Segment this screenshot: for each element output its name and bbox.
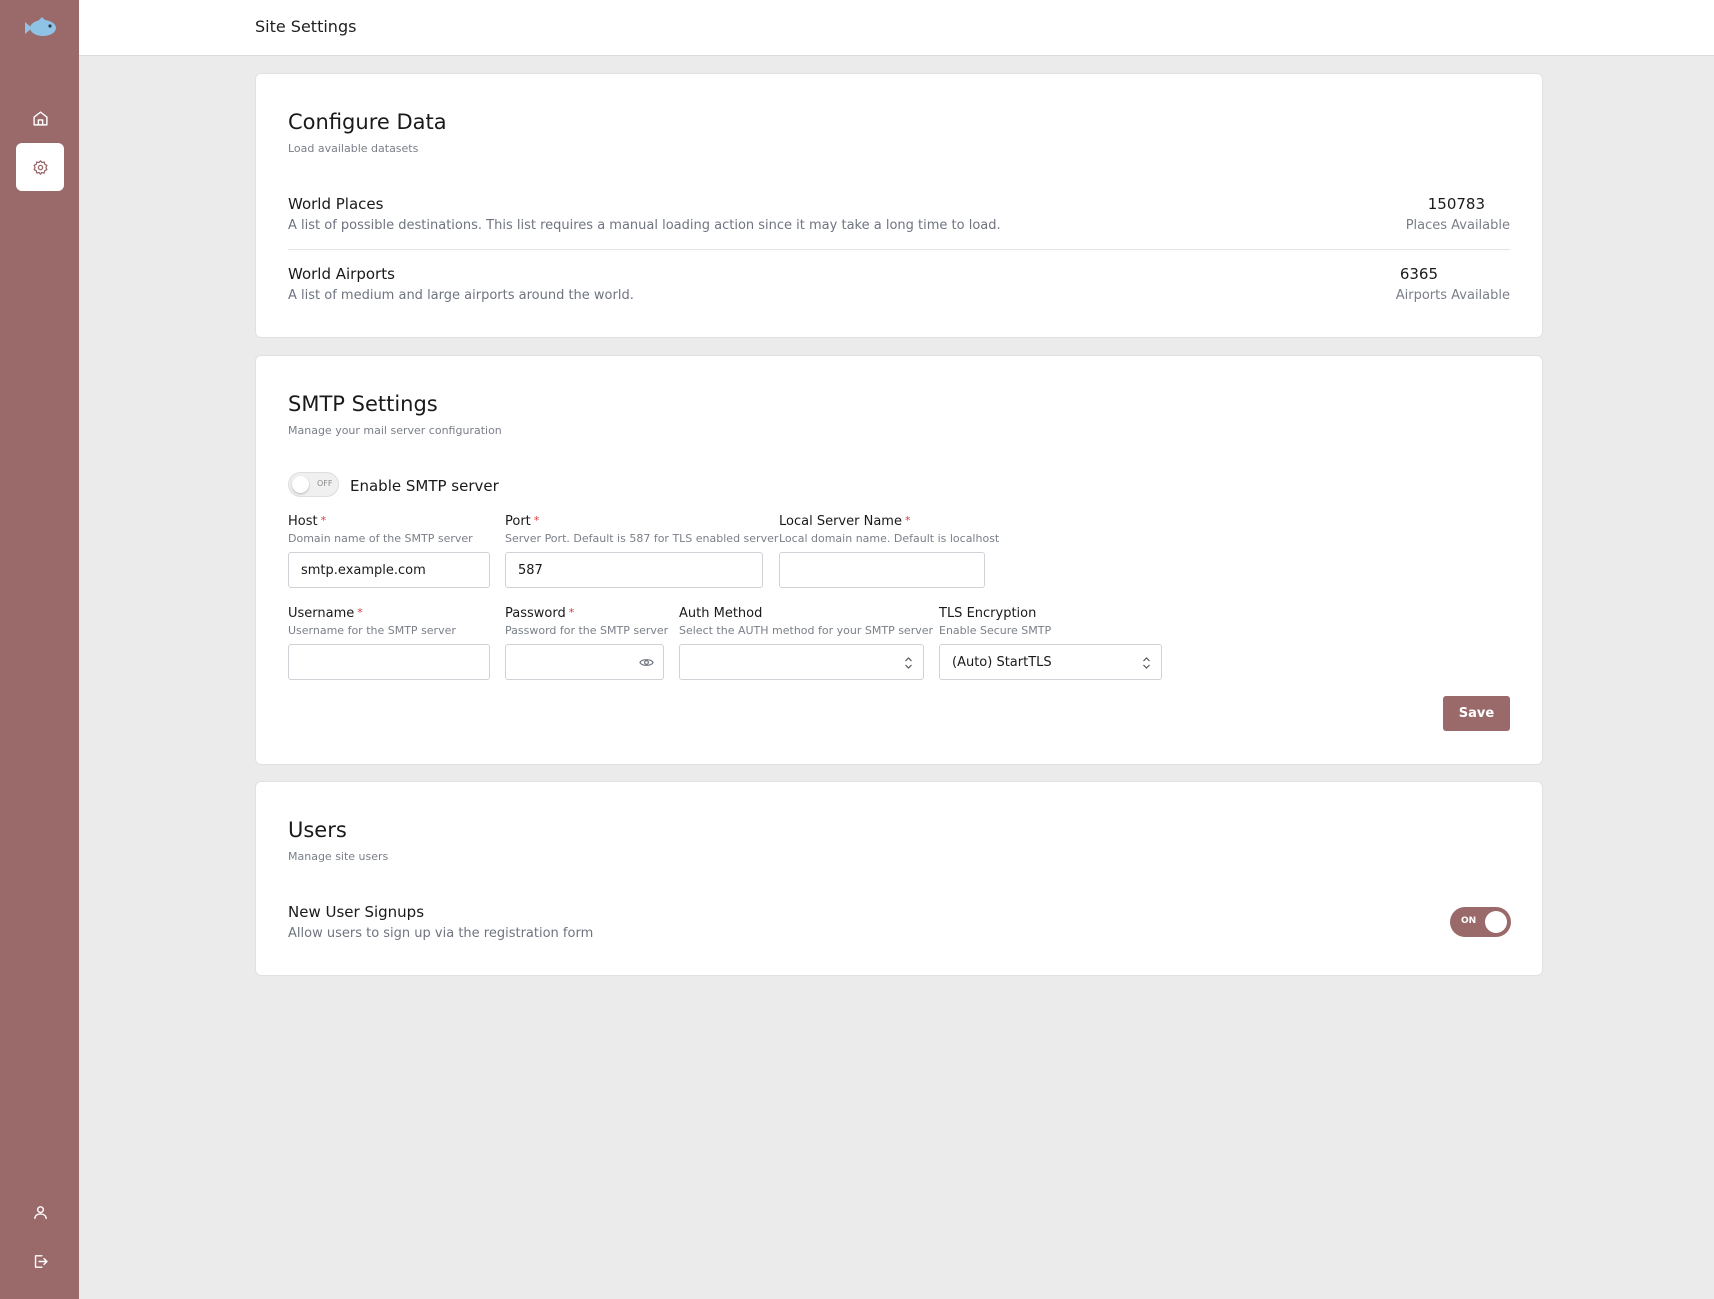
logout-icon — [34, 1254, 48, 1268]
users-title: Users — [288, 818, 347, 842]
new-user-signups-description: Allow users to sign up via the registrat… — [288, 926, 594, 941]
configure-data-title: Configure Data — [288, 110, 447, 134]
required-marker: * — [533, 514, 540, 527]
toggle-state-label: ON — [1461, 916, 1477, 926]
auth-method-label: Auth Method — [679, 606, 763, 621]
local-server-help: Local domain name. Default is localhost — [779, 532, 1000, 545]
tls-help: Enable Secure SMTP — [939, 624, 1052, 637]
dataset-count-label: Airports Available — [1395, 288, 1510, 303]
sidebar — [0, 0, 79, 1299]
required-marker: * — [904, 514, 911, 527]
configure-data-card: Configure Data Load available datasets W… — [255, 73, 1543, 338]
save-button[interactable]: Save — [1443, 696, 1510, 731]
page-title: Site Settings — [255, 17, 357, 36]
dataset-name: World Places — [288, 195, 384, 213]
required-marker: * — [568, 606, 575, 619]
port-field-header: Port * Server Port. Default is 587 for TL… — [505, 514, 778, 545]
required-marker: * — [357, 606, 363, 619]
username-field-header: Username * Username for the SMTP server — [288, 606, 456, 637]
users-subtitle: Manage site users — [288, 850, 389, 863]
top-header: Site Settings — [79, 0, 1714, 56]
port-help: Server Port. Default is 587 for TLS enab… — [505, 532, 779, 545]
dataset-count-label: Places Available — [1405, 218, 1510, 233]
chevron-up-down-icon — [1143, 657, 1150, 669]
smtp-title: SMTP Settings — [288, 392, 438, 416]
sidebar-item-settings[interactable] — [16, 143, 64, 191]
gear-icon — [32, 159, 48, 175]
username-help: Username for the SMTP server — [288, 624, 456, 637]
local-server-field-header: Local Server Name * Local domain name. De… — [779, 514, 999, 545]
tls-encryption-select[interactable]: (Auto) StartTLS — [939, 644, 1162, 680]
username-label: Username — [288, 606, 355, 621]
home-icon — [32, 110, 48, 126]
new-user-signups-toggle[interactable]: ON — [1450, 907, 1511, 937]
fish-logo-icon — [25, 17, 56, 36]
required-marker: * — [320, 514, 327, 527]
toggle-state-label: OFF — [317, 479, 333, 488]
enable-smtp-label: Enable SMTP server — [350, 477, 499, 495]
host-help: Domain name of the SMTP server — [288, 532, 473, 545]
dataset-row-world-airports[interactable]: World Airports A list of medium and larg… — [288, 265, 1510, 313]
toggle-knob — [1485, 911, 1507, 933]
auth-method-field-header: Auth Method Select the AUTH method for y… — [679, 606, 933, 637]
dataset-row-world-places[interactable]: World Places A list of possible destinat… — [288, 195, 1510, 243]
dataset-count: 150783 — [1427, 195, 1485, 213]
auth-method-select[interactable] — [679, 644, 924, 680]
host-input[interactable] — [288, 552, 490, 588]
smtp-subtitle: Manage your mail server configuration — [288, 424, 502, 437]
sidebar-item-logout[interactable] — [16, 1237, 64, 1285]
divider — [288, 249, 1510, 250]
tls-encryption-value: (Auto) StartTLS — [952, 655, 1052, 670]
smtp-settings-card: SMTP Settings Manage your mail server co… — [255, 355, 1543, 765]
dataset-description: A list of possible destinations. This li… — [288, 218, 1001, 233]
password-field-header: Password * Password for the SMTP server — [505, 606, 668, 637]
enable-smtp-toggle[interactable]: OFF — [288, 472, 339, 497]
tls-label: TLS Encryption — [939, 606, 1037, 621]
local-server-input[interactable] — [779, 552, 985, 588]
chevron-up-down-icon — [905, 657, 912, 669]
configure-data-subtitle: Load available datasets — [288, 142, 419, 155]
port-input[interactable] — [505, 552, 763, 588]
password-help: Password for the SMTP server — [505, 624, 669, 637]
username-input[interactable] — [288, 644, 490, 680]
tls-field-header: TLS Encryption Enable Secure SMTP — [939, 606, 1051, 637]
new-user-signups-label: New User Signups — [288, 903, 425, 921]
auth-method-help: Select the AUTH method for your SMTP ser… — [679, 624, 934, 637]
password-label: Password — [505, 606, 566, 621]
users-card: Users Manage site users New User Signups… — [255, 781, 1543, 976]
host-label: Host — [288, 514, 318, 529]
dataset-count: 6365 — [1399, 265, 1438, 283]
host-field-header: Host * Domain name of the SMTP server — [288, 514, 473, 545]
sidebar-item-home[interactable] — [16, 94, 64, 142]
local-server-label: Local Server Name — [779, 514, 902, 529]
dataset-name: World Airports — [288, 265, 395, 283]
sidebar-item-profile[interactable] — [16, 1188, 64, 1236]
eye-icon[interactable] — [639, 657, 654, 668]
port-label: Port — [505, 514, 531, 529]
toggle-knob — [292, 476, 309, 493]
user-icon — [33, 1205, 47, 1219]
dataset-description: A list of medium and large airports arou… — [288, 288, 634, 303]
